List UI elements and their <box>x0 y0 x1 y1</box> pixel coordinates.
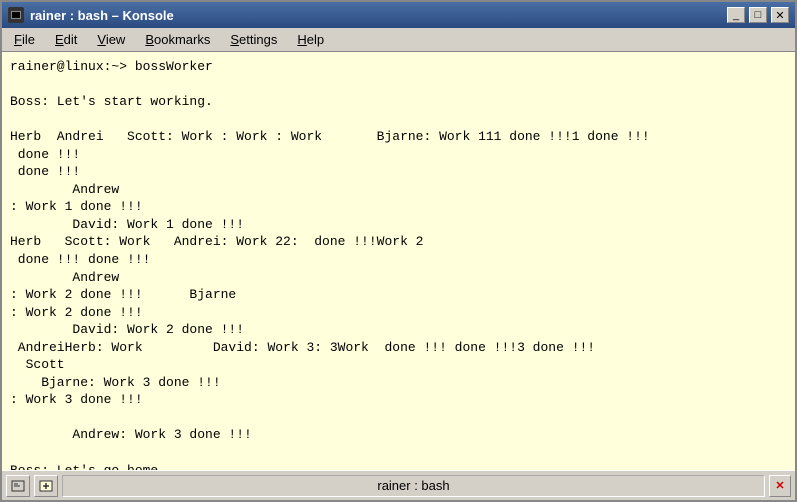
taskbar-close-button[interactable]: ✕ <box>769 475 791 497</box>
close-button[interactable]: ✕ <box>771 7 789 23</box>
menu-bookmarks[interactable]: Bookmarks <box>137 30 218 49</box>
taskbar-tab-label[interactable]: rainer : bash <box>62 475 765 497</box>
minimize-button[interactable]: _ <box>727 7 745 23</box>
menu-view[interactable]: View <box>89 30 133 49</box>
terminal-line: : Work 3 done !!! <box>10 391 787 409</box>
terminal-line <box>10 444 787 462</box>
terminal-output[interactable]: rainer@linux:~> bossWorker Boss: Let's s… <box>2 52 795 470</box>
terminal-line: : Work 2 done !!! Bjarne <box>10 286 787 304</box>
window-title: rainer : bash – Konsole <box>30 8 174 23</box>
title-bar: rainer : bash – Konsole _ □ ✕ <box>2 2 795 28</box>
menu-help[interactable]: Help <box>289 30 332 49</box>
terminal-line: : Work 2 done !!! <box>10 304 787 322</box>
title-bar-left: rainer : bash – Konsole <box>8 7 174 23</box>
konsole-window: rainer : bash – Konsole _ □ ✕ File Edit … <box>0 0 797 502</box>
taskbar: rainer : bash ✕ <box>2 470 795 500</box>
terminal-line: Bjarne: Work 3 done !!! <box>10 374 787 392</box>
window-controls: _ □ ✕ <box>727 7 789 23</box>
menu-bar: File Edit View Bookmarks Settings Help <box>2 28 795 52</box>
terminal-line: David: Work 2 done !!! <box>10 321 787 339</box>
terminal-line <box>10 409 787 427</box>
terminal-line: David: Work 1 done !!! <box>10 216 787 234</box>
terminal-line: Boss: Let's go home. <box>10 462 787 470</box>
terminal-line: Andrew <box>10 269 787 287</box>
terminal-line: Andrew: Work 3 done !!! <box>10 426 787 444</box>
terminal-line <box>10 111 787 129</box>
terminal-line: rainer@linux:~> bossWorker <box>10 58 787 76</box>
menu-settings[interactable]: Settings <box>222 30 285 49</box>
app-icon <box>8 7 24 23</box>
terminal-line: Herb Andrei Scott: Work : Work : Work Bj… <box>10 128 787 146</box>
new-terminal-icon <box>39 480 53 492</box>
taskbar-new-button[interactable] <box>34 475 58 497</box>
maximize-button[interactable]: □ <box>749 7 767 23</box>
terminal-line: done !!! <box>10 146 787 164</box>
terminal-line <box>10 76 787 94</box>
terminal-icon <box>11 480 25 492</box>
terminal-line: Boss: Let's start working. <box>10 93 787 111</box>
terminal-line: Herb Scott: Work Andrei: Work 22: done !… <box>10 233 787 251</box>
terminal-line: done !!! <box>10 163 787 181</box>
menu-file[interactable]: File <box>6 30 43 49</box>
taskbar-icon-button[interactable] <box>6 475 30 497</box>
menu-edit[interactable]: Edit <box>47 30 85 49</box>
terminal-line: done !!! done !!! <box>10 251 787 269</box>
terminal-line: AndreiHerb: Work David: Work 3: 3Work do… <box>10 339 787 357</box>
terminal-line: Scott <box>10 356 787 374</box>
terminal-line: Andrew <box>10 181 787 199</box>
terminal-line: : Work 1 done !!! <box>10 198 787 216</box>
